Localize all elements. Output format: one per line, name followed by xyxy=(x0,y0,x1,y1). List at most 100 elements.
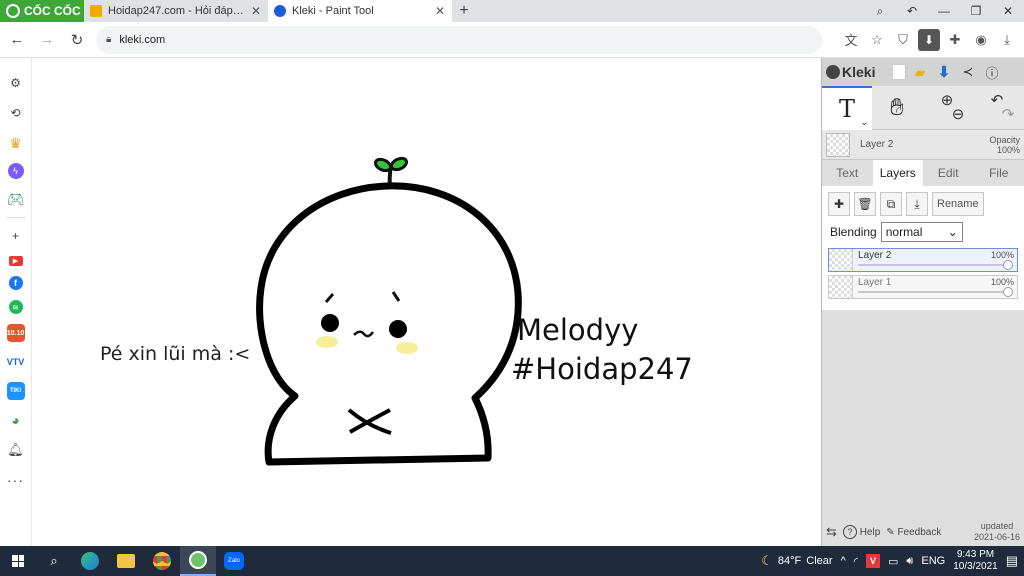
volume-icon[interactable]: 🔊︎ xyxy=(906,555,913,568)
hand-tool-button[interactable]: ✋︎ xyxy=(872,86,922,130)
language-indicator[interactable]: ENG xyxy=(921,555,945,567)
settings-icon[interactable]: ⚙ xyxy=(6,73,26,93)
lock-icon[interactable]: 🔒︎ xyxy=(106,34,111,45)
game-icon[interactable]: 🎮︎ xyxy=(6,189,26,209)
url-field[interactable]: 🔒︎ kleki.com xyxy=(96,25,822,54)
tiki-icon[interactable]: TIKI xyxy=(6,382,25,400)
tab-layers[interactable]: Layers xyxy=(872,160,923,186)
profile-icon[interactable]: ◉ xyxy=(970,29,992,51)
chrome-icon[interactable] xyxy=(144,546,180,576)
forward-button[interactable]: → xyxy=(34,27,60,53)
add-layer-button[interactable]: ✚ xyxy=(828,192,850,216)
kleki-logo-icon xyxy=(826,65,840,79)
facebook-icon[interactable]: f xyxy=(8,276,23,290)
character-body xyxy=(256,182,522,466)
shop-icon[interactable]: 10.10 xyxy=(6,324,25,342)
restore-button[interactable]: ❐ xyxy=(960,0,992,22)
merge-down-button[interactable]: ⤓ xyxy=(906,192,928,216)
opacity-slider-handle[interactable] xyxy=(1003,260,1013,270)
opacity-slider-handle[interactable] xyxy=(1003,287,1013,297)
notifications-icon[interactable]: ▤ xyxy=(1006,553,1018,569)
opacity-readout: Opacity 100% xyxy=(989,135,1020,155)
vietkey-icon[interactable]: V xyxy=(866,554,881,568)
crown-icon[interactable]: ♛ xyxy=(6,133,26,153)
opacity-slider-track[interactable] xyxy=(858,291,1009,293)
coccoc-icon[interactable] xyxy=(180,546,216,576)
tab-hoidap[interactable]: Hoidap247.com - Hỏi đáp on ✕ xyxy=(84,0,268,22)
updated-info: updated 2021-06-16 xyxy=(974,521,1020,543)
close-window-button[interactable]: ✕ xyxy=(992,0,1024,22)
more-icon[interactable]: ··· xyxy=(6,470,26,490)
help-link[interactable]: ? Help xyxy=(842,525,880,539)
wifi-icon[interactable]: ◜ xyxy=(854,555,858,568)
translate-icon[interactable]: 文 xyxy=(840,29,862,51)
updated-date: 2021-06-16 xyxy=(973,532,1020,542)
duplicate-layer-button[interactable]: ⧉ xyxy=(880,192,902,216)
chevron-down-icon[interactable]: ⌄ xyxy=(860,117,868,128)
layer-item-layer-2[interactable]: Layer 2 100% xyxy=(828,248,1018,272)
tab-kleki[interactable]: Kleki - Paint Tool ✕ xyxy=(268,0,452,22)
drawing-canvas[interactable]: Pé xin lũi mà :< Melodyy #Hoidap247 xyxy=(33,58,821,546)
help-circle-icon[interactable]: ⓘ xyxy=(982,62,1002,82)
rename-layer-button[interactable]: Rename xyxy=(932,192,984,216)
vtv-icon[interactable]: VTV xyxy=(6,352,26,372)
spotify-icon[interactable]: ≋ xyxy=(8,300,23,314)
youtube-icon[interactable]: ▶ xyxy=(8,256,23,266)
open-folder-icon[interactable]: ▰ xyxy=(910,62,930,82)
star-icon[interactable]: ☆ xyxy=(866,29,888,51)
history-icon[interactable]: ⟲ xyxy=(6,103,26,123)
blending-select[interactable]: normal ⌄ xyxy=(880,222,963,242)
redo-icon[interactable]: ↷ xyxy=(1002,107,1015,122)
layer-item-layer-1[interactable]: Layer 1 100% xyxy=(828,275,1018,299)
kleki-logo[interactable]: Kleki xyxy=(826,64,888,80)
close-tab-icon[interactable]: ✕ xyxy=(434,4,446,18)
new-image-icon[interactable] xyxy=(892,64,906,80)
history-controls: ↶ ↷ xyxy=(972,86,1022,130)
updated-label: updated xyxy=(980,521,1014,531)
reload-button[interactable]: ↻ xyxy=(64,27,90,53)
save-icon[interactable]: ⤓ xyxy=(996,29,1018,51)
zoom-out-icon[interactable]: ⊖ xyxy=(952,107,965,122)
back-button[interactable]: ← xyxy=(4,27,30,53)
feedback-label: Feedback xyxy=(897,526,942,538)
battery-icon[interactable]: ▭ xyxy=(888,555,898,568)
shield-icon[interactable]: ⛉ xyxy=(892,29,914,51)
tab-title: Kleki - Paint Tool xyxy=(292,5,374,17)
feedback-icon: ✎ xyxy=(886,526,895,538)
file-explorer-icon[interactable] xyxy=(108,546,144,576)
search-icon[interactable]: ⌕ xyxy=(36,546,72,576)
share-icon[interactable]: ≺ xyxy=(958,62,978,82)
extensions-icon[interactable]: ✚ xyxy=(944,29,966,51)
coccoc-menu-button[interactable]: CỐC CỐC xyxy=(0,0,84,22)
text-tool-button[interactable]: T ⌄ xyxy=(822,86,872,130)
add-icon[interactable]: + xyxy=(6,226,26,246)
save-download-icon[interactable]: ⬇ xyxy=(934,62,954,82)
layer-thumbnail xyxy=(829,276,853,298)
messenger-icon[interactable]: ϟ xyxy=(7,163,24,179)
opacity-label: Opacity xyxy=(989,134,1020,145)
layer-thumbnail xyxy=(826,132,850,157)
coccoc-icon[interactable]: ◕ xyxy=(6,410,26,430)
swap-icon[interactable]: ⇆ xyxy=(826,524,837,540)
tab-bar: CỐC CỐC Hoidap247.com - Hỏi đáp on ✕ Kle… xyxy=(0,0,1024,22)
current-layer-info: Layer 2 Opacity 100% xyxy=(822,130,1024,160)
opacity-slider-track[interactable] xyxy=(858,264,1009,266)
new-tab-button[interactable]: + xyxy=(452,0,476,22)
search-tabs-icon[interactable]: ⌕ xyxy=(864,0,896,22)
feedback-link[interactable]: ✎ Feedback xyxy=(886,527,941,538)
back-arrow-icon[interactable]: ↶ xyxy=(896,0,928,22)
zalo-icon[interactable]: Zalo xyxy=(216,546,252,576)
edge-icon[interactable] xyxy=(72,546,108,576)
download-icon[interactable]: ⬇ xyxy=(918,28,940,51)
weather-widget[interactable]: ☾ 84°F Clear xyxy=(761,553,832,569)
tab-text[interactable]: Text xyxy=(822,160,873,186)
delete-layer-button[interactable]: 🗑︎ xyxy=(854,192,876,216)
tab-file[interactable]: File xyxy=(974,160,1024,186)
minimize-button[interactable]: — xyxy=(928,0,960,22)
tab-edit[interactable]: Edit xyxy=(923,160,974,186)
chevron-up-icon[interactable]: ^ xyxy=(841,555,846,567)
clock[interactable]: 9:43 PM 10/3/2021 xyxy=(953,549,998,573)
close-tab-icon[interactable]: ✕ xyxy=(250,4,262,18)
bell-icon[interactable]: 🔔︎ xyxy=(6,440,26,460)
start-button[interactable] xyxy=(0,546,36,576)
